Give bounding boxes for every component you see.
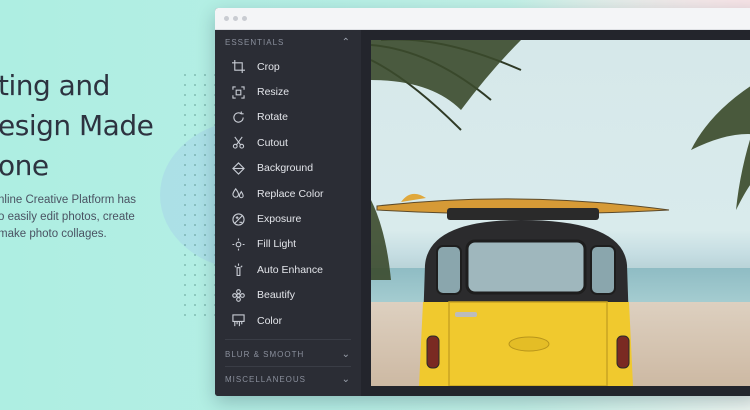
tool-auto-enhance[interactable]: Auto Enhance [215, 257, 361, 282]
hero-title-line: one [0, 149, 49, 182]
scissors-icon [231, 136, 245, 150]
chevron-down-icon: ⌄ [341, 373, 351, 385]
tool-label: Rotate [257, 111, 288, 124]
chevron-up-icon: ⌃ [341, 36, 351, 48]
window-titlebar [215, 8, 750, 30]
editor-canvas[interactable] [361, 30, 750, 396]
tool-crop[interactable]: Crop [215, 54, 361, 79]
section-header-label: BLUR & SMOOTH [225, 349, 305, 359]
tool-label: Beautify [257, 289, 295, 302]
tool-label: Replace Color [257, 187, 324, 200]
decorative-dot-grid [180, 70, 220, 320]
tool-fill-light[interactable]: Fill Light [215, 232, 361, 257]
section-header-label: MISCELLANEOUS [225, 374, 307, 384]
tool-label: Resize [257, 86, 290, 99]
tool-label: Color [257, 314, 283, 327]
resize-icon [231, 85, 245, 99]
crop-icon [231, 60, 245, 74]
sun-icon [231, 237, 245, 251]
palm-right [691, 86, 750, 210]
background-icon [231, 161, 245, 175]
tool-label: Crop [257, 60, 280, 73]
hero-description: nline Creative Platform has o easily edi… [0, 192, 158, 243]
hero-title-line: esign Made [0, 109, 154, 142]
hero-title: ting and esign Made one [0, 66, 168, 186]
magic-wand-icon [231, 263, 245, 277]
app-window: ESSENTIALS ⌃ Crop Resize Rotate Cutout B… [215, 8, 750, 396]
hero-description-line: nline Creative Platform has [0, 194, 137, 206]
hero-description-line: o easily edit photos, create [0, 211, 135, 223]
tool-cutout[interactable]: Cutout [215, 130, 361, 155]
tool-exposure[interactable]: Exposure [215, 206, 361, 231]
droplets-icon [231, 187, 245, 201]
rotate-icon [231, 110, 245, 124]
photo-illustration [371, 40, 750, 386]
section-header-label: ESSENTIALS [225, 37, 285, 47]
chevron-down-icon: ⌄ [341, 348, 351, 360]
tool-label: Auto Enhance [257, 263, 323, 276]
tool-label: Fill Light [257, 238, 297, 251]
hero-title-line: ting and [0, 69, 110, 102]
exposure-icon [231, 212, 245, 226]
tool-label: Exposure [257, 213, 302, 226]
photo-preview[interactable] [371, 40, 750, 386]
sidebar-divider [225, 339, 351, 341]
tool-resize[interactable]: Resize [215, 79, 361, 104]
window-dot[interactable] [233, 16, 238, 21]
tool-label: Cutout [257, 136, 288, 149]
color-palette-icon [231, 314, 245, 328]
section-header-blur-smooth[interactable]: BLUR & SMOOTH ⌄ [215, 342, 361, 366]
tool-background[interactable]: Background [215, 156, 361, 181]
tool-beautify[interactable]: Beautify [215, 283, 361, 308]
tool-replace-color[interactable]: Replace Color [215, 181, 361, 206]
tool-label: Background [257, 162, 314, 175]
tools-sidebar: ESSENTIALS ⌃ Crop Resize Rotate Cutout B… [215, 30, 361, 396]
window-dot[interactable] [224, 16, 229, 21]
section-header-miscellaneous[interactable]: MISCELLANEOUS ⌄ [215, 367, 361, 391]
tool-color[interactable]: Color [215, 308, 361, 333]
tool-rotate[interactable]: Rotate [215, 105, 361, 130]
flower-icon [231, 288, 245, 302]
hero-description-line: make photo collages. [0, 228, 107, 240]
window-dot[interactable] [242, 16, 247, 21]
section-header-essentials[interactable]: ESSENTIALS ⌃ [215, 30, 361, 54]
